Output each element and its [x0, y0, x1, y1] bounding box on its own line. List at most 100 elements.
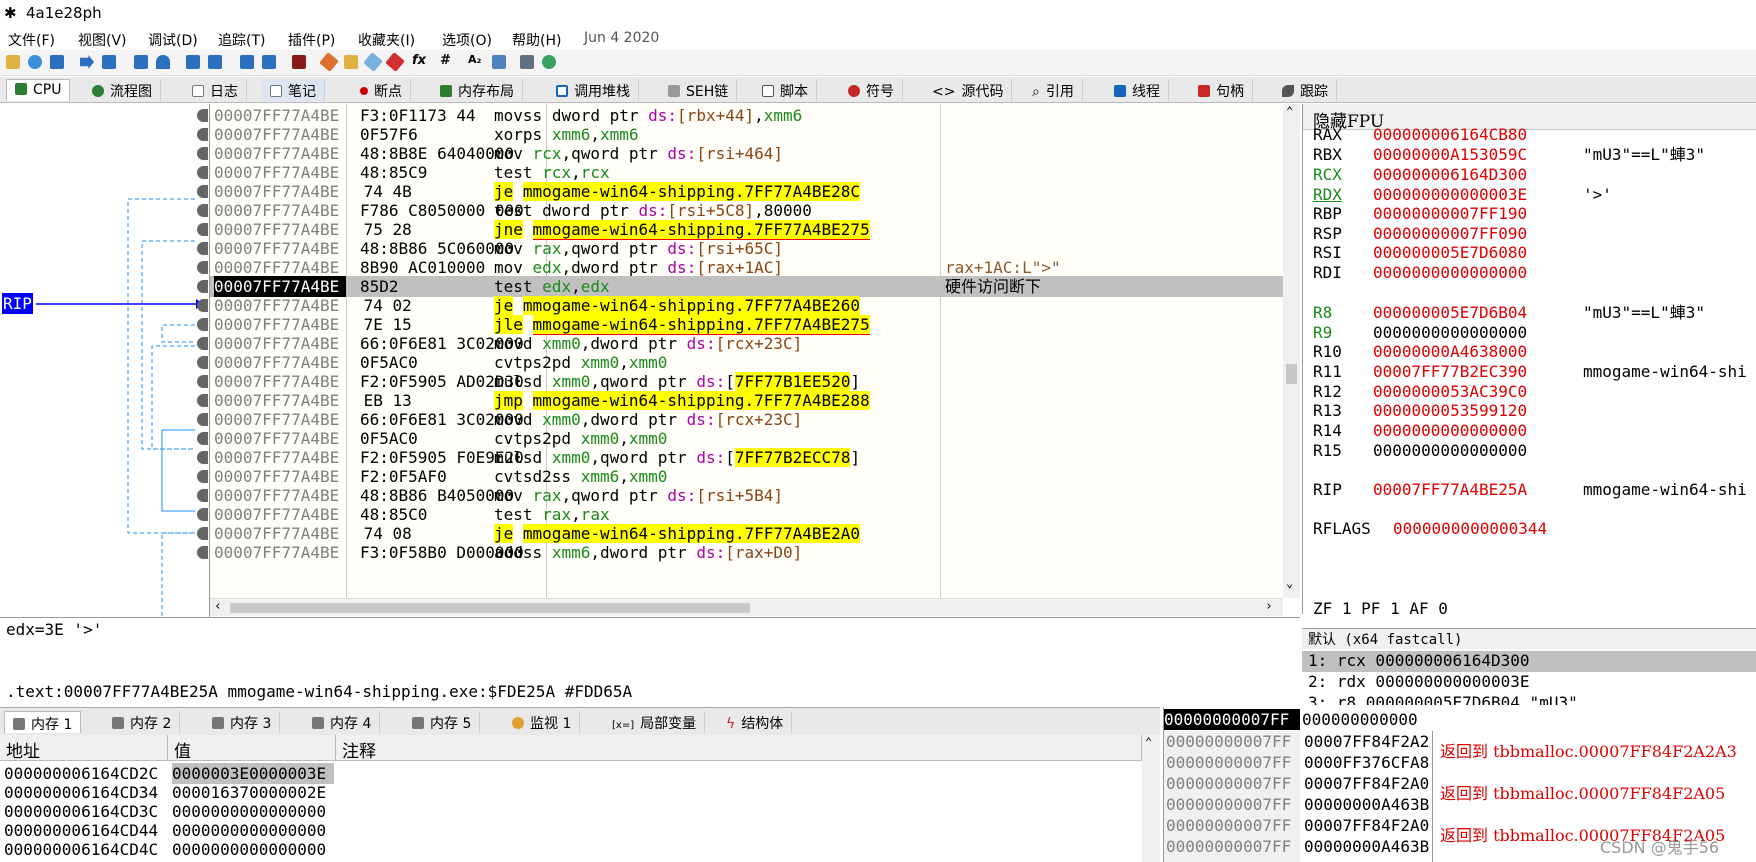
register-value[interactable]: 000000006164D300	[1373, 164, 1583, 186]
disasm-row[interactable]: 00007FF77A4BE⌄74 02je mmogame-win64-ship…	[210, 295, 1283, 316]
stack-value[interactable]: 00007FF84F2A0	[1304, 815, 1430, 836]
scroll-up-icon[interactable]: ⌃	[1145, 735, 1152, 749]
register-row[interactable]: RFLAGS 0000000000000344	[1313, 518, 1603, 540]
open-icon[interactable]	[6, 55, 20, 69]
tab-seh[interactable]: SEH链	[660, 79, 738, 101]
pause-icon[interactable]	[102, 55, 116, 69]
step-into-icon[interactable]	[134, 55, 148, 69]
disasm-row[interactable]: 00007FF77A4BE 66:0F6E81 3C02000 movd xmm0,…	[210, 333, 1283, 354]
stack-value[interactable]: 00007FF84F2A0	[1304, 773, 1430, 794]
run-icon[interactable]	[80, 55, 94, 69]
register-value[interactable]: 000000006164CB80	[1373, 124, 1583, 146]
col-comment[interactable]: 注释	[336, 735, 1142, 762]
register-value[interactable]: 0000000000000000	[1373, 440, 1583, 462]
register-row[interactable]: RIP 00007FF77A4BE25A mmogame-win64-shi	[1313, 479, 1747, 501]
disasm-row[interactable]: 00007FF77A4BE 0F57F6 xorps xmm6,xmm6	[210, 124, 1283, 145]
disasm-row[interactable]: 00007FF77A4BE⌄7E 15jle mmogame-win64-shi…	[210, 314, 1283, 335]
comment-icon[interactable]	[319, 52, 339, 72]
breakpoint-marker-icon[interactable]	[197, 109, 208, 122]
menu-trace[interactable]: 追踪(T)	[218, 30, 265, 50]
breakpoint-marker-icon[interactable]	[197, 223, 208, 236]
disasm-row[interactable]: 00007FF77A4BE⌄74 08je mmogame-win64-ship…	[210, 523, 1283, 544]
breakpoint-marker-icon[interactable]	[197, 128, 208, 141]
hash-icon[interactable]: #	[440, 53, 451, 68]
tab-memory-4[interactable]: 内存 4	[304, 711, 381, 733]
menu-options[interactable]: 选项(O)	[442, 30, 492, 50]
breakpoint-marker-icon[interactable]	[197, 299, 208, 312]
register-row[interactable]: RBX 00000000A153059C "mU3"==L"蛼3"	[1313, 144, 1705, 166]
register-row[interactable]: RSI 000000005E7D6080	[1313, 242, 1583, 264]
breakpoint-marker-icon[interactable]	[197, 489, 208, 502]
register-value[interactable]: 000000005E7D6080	[1373, 242, 1583, 264]
disasm-row[interactable]: 00007FF77A4BE 85D2 test edx,edx 硬件访问断下	[210, 276, 1283, 297]
trace-over-icon[interactable]	[208, 55, 222, 69]
register-row[interactable]: RDI 0000000000000000	[1313, 262, 1583, 284]
register-value[interactable]: 0000000000000000	[1373, 420, 1583, 442]
disasm-row[interactable]: 00007FF77A4BE⌄EB 13jmp mmogame-win64-shi…	[210, 390, 1283, 411]
menu-view[interactable]: 视图(V)	[78, 30, 127, 50]
register-row[interactable]: RBP 00000000007FF190	[1313, 203, 1583, 225]
disasm-row[interactable]: 00007FF77A4BE 48:8B86 B4050000 mov rax,qwo…	[210, 485, 1283, 506]
settings-icon[interactable]	[492, 55, 506, 69]
font-icon[interactable]: A₂	[468, 53, 481, 66]
register-row[interactable]: R8 000000005E7D6B04 "mU3"==L"蛼3"	[1313, 302, 1705, 324]
breakpoint-marker-icon[interactable]	[197, 204, 208, 217]
register-value[interactable]: 00000000A153059C	[1373, 144, 1583, 166]
tab-symbols[interactable]: 符号	[840, 79, 903, 101]
disasm-row[interactable]: 00007FF77A4BE 0F5AC0 cvtps2pd xmm0,xmm0	[210, 352, 1283, 373]
dump-value[interactable]: 0000000000000000	[172, 820, 334, 841]
breakpoint-marker-icon[interactable]	[197, 432, 208, 445]
tab-source[interactable]: <> 源代码	[924, 79, 1013, 101]
col-address[interactable]: 地址	[0, 735, 168, 762]
breakpoint-marker-icon[interactable]	[197, 508, 208, 521]
tab-call-stack[interactable]: 调用堆栈	[548, 79, 639, 101]
register-value[interactable]: 0000000000000344	[1393, 518, 1603, 540]
breakpoint-marker-icon[interactable]	[197, 318, 208, 331]
breakpoint-marker-icon[interactable]	[197, 470, 208, 483]
breakpoint-marker-icon[interactable]	[197, 546, 208, 559]
disasm-row[interactable]: 00007FF77A4BE⌄74 4Bje mmogame-win64-ship…	[210, 181, 1283, 202]
register-value[interactable]: 0000000053599120	[1373, 400, 1583, 422]
highlight-icon[interactable]	[385, 52, 405, 72]
disasm-hscroll[interactable]: ‹ ›	[210, 598, 1283, 616]
tab-cpu[interactable]: CPU	[6, 79, 71, 101]
register-row[interactable]: RAX 000000006164CB80	[1313, 124, 1583, 146]
scroll-right-icon[interactable]: ›	[1265, 599, 1273, 614]
disasm-row[interactable]: 00007FF77A4BE F3:0F58B0 D000000 addss xmm6…	[210, 542, 1283, 563]
tab-breakpoints[interactable]: 断点	[352, 79, 411, 101]
register-value[interactable]: 000000005E7D6B04	[1373, 302, 1583, 324]
disasm-row[interactable]: 00007FF77A4BE F2:0F5905 F0E9E20 mulsd xmm0…	[210, 447, 1283, 468]
vscroll-thumb[interactable]	[1286, 364, 1297, 384]
tab-memory-1[interactable]: 内存 1	[4, 711, 82, 733]
menu-plugins[interactable]: 插件(P)	[288, 30, 335, 50]
disassembly-view[interactable]: 00007FF77A4BE F3:0F1173 44 movss dword ptr…	[210, 104, 1283, 598]
register-row[interactable]: R13 0000000053599120	[1313, 400, 1583, 422]
register-row[interactable]: RCX 000000006164D300	[1313, 164, 1583, 186]
disasm-row[interactable]: 00007FF77A4BE 66:0F6E81 3C02000 movd xmm0,…	[210, 409, 1283, 430]
disasm-row[interactable]: 00007FF77A4BE 48:85C0 test rax,rax	[210, 504, 1283, 525]
scroll-left-icon[interactable]: ‹	[214, 599, 222, 614]
tab-locals[interactable]: [x=] 局部变量	[604, 711, 706, 733]
disasm-row[interactable]: 00007FF77A4BE 0F5AC0 cvtps2pd xmm0,xmm0	[210, 428, 1283, 449]
tab-memory-5[interactable]: 内存 5	[404, 711, 481, 733]
dump-value[interactable]: 0000000000000000	[172, 839, 334, 860]
tab-memory-3[interactable]: 内存 3	[204, 711, 281, 733]
stack-value[interactable]: 00000000A463B	[1304, 794, 1430, 815]
menu-debug[interactable]: 调试(D)	[148, 30, 198, 50]
breakpoint-marker-icon[interactable]	[197, 337, 208, 350]
label-icon[interactable]	[344, 55, 358, 69]
breakpoint-marker-icon[interactable]	[197, 527, 208, 540]
disasm-row[interactable]: 00007FF77A4BE F3:0F1173 44 movss dword ptr…	[210, 105, 1283, 126]
restart-icon[interactable]	[28, 55, 42, 69]
disasm-row[interactable]: 00007FF77A4BE⌄75 28jne mmogame-win64-shi…	[210, 219, 1283, 240]
register-value[interactable]: 00007FF77B2EC390	[1373, 361, 1583, 383]
tab-references[interactable]: ⌕ 引用	[1024, 79, 1083, 101]
disasm-row[interactable]: 00007FF77A4BE 48:8B8E 64040000 mov rcx,qwo…	[210, 143, 1283, 164]
bookmark-icon[interactable]	[363, 52, 383, 72]
tab-memory-2[interactable]: 内存 2	[104, 711, 181, 733]
dump-value[interactable]: 0000003E0000003E	[172, 763, 334, 784]
run-to-user-code-icon[interactable]	[262, 55, 276, 69]
dump-vscroll[interactable]: ⌃	[1142, 735, 1160, 862]
tab-trace[interactable]: 跟踪	[1274, 79, 1337, 101]
scroll-down-icon[interactable]: ⌄	[1286, 576, 1293, 590]
